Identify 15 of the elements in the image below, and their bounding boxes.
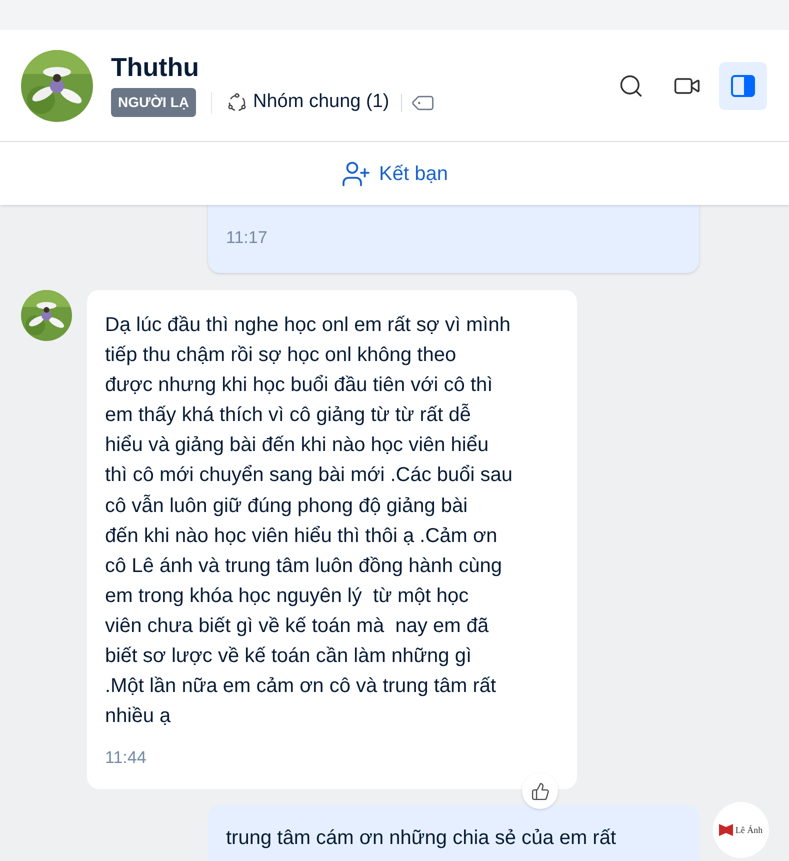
stranger-badge: NGƯỜI LẠ	[111, 88, 196, 117]
group-icon	[227, 92, 247, 112]
logo-text: Lê Ánh	[735, 824, 763, 837]
common-group-button[interactable]: Nhóm chung (1)	[227, 88, 390, 117]
message-time: 11:17	[226, 228, 268, 247]
message-text: trung tâm cám ơn những chia sẻ của em rất	[226, 826, 618, 852]
side-panel-button[interactable]	[719, 62, 767, 110]
logo-icon	[719, 824, 734, 836]
message-text: Dạ lúc đầu thì nghe học onl em rất sợ vì mình tiếp thu chậm rồi sợ học onl không theo được nhưng khi học buổi đầu tiên với cô thì em thấy khá thích vì cô giảng từ từ rất dễ hiểu và giảng bài đến khi nào học viên hiểu thì cô mới chuyển sang bài mới .Các buổi sau cô vẫn luôn giữ đúng phong độ giảng bài đến khi nào học viên hiểu thì thôi ạ .Cảm ơn cô Lê ánh và trung tâm luôn đồng hành cùng em trong khóa học nguyên lý từ một học viên chưa biết gì về kế toán mà nay em đã biết sơ lược về kế toán cần làm những gì .Một lần nữa em cảm ơn cô và trung tâm rất nhiều ạ	[105, 313, 514, 730]
add-friend-button[interactable]: Kết bạn	[341, 158, 448, 188]
side-panel-icon	[730, 72, 756, 98]
thumbs-up-icon	[530, 782, 550, 801]
search-icon	[618, 72, 644, 98]
message-time: 11:44	[105, 748, 146, 768]
contact-name: Thuthu	[111, 54, 200, 80]
